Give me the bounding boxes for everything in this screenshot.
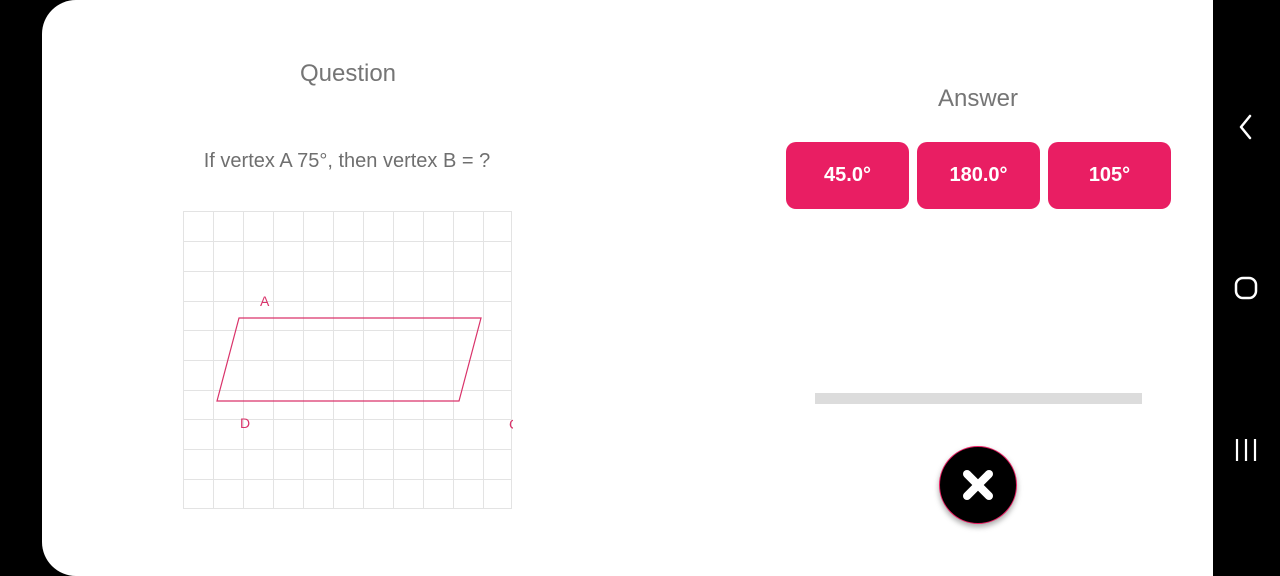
app-screen: Question If vertex A 75°, then vertex B … bbox=[42, 0, 1213, 576]
home-icon bbox=[1234, 276, 1258, 300]
answer-option-105[interactable]: 105° bbox=[1048, 142, 1171, 209]
question-text: If vertex A 75°, then vertex B = ? bbox=[203, 150, 491, 172]
nav-recent-apps-button[interactable] bbox=[1225, 429, 1267, 471]
vertex-label-d: D bbox=[240, 415, 250, 431]
answer-option-180[interactable]: 180.0° bbox=[917, 142, 1040, 209]
vertex-label-c: C bbox=[509, 416, 513, 432]
close-button[interactable] bbox=[939, 446, 1017, 524]
vertex-label-a: A bbox=[260, 293, 270, 309]
recent-apps-icon bbox=[1235, 439, 1257, 461]
progress-bar bbox=[815, 393, 1142, 404]
nav-back-button[interactable] bbox=[1225, 106, 1267, 148]
parallelogram-figure: A B C D bbox=[183, 211, 513, 509]
nav-home-button[interactable] bbox=[1225, 267, 1267, 309]
system-navigation-bar bbox=[1213, 0, 1280, 576]
answer-option-45[interactable]: 45.0° bbox=[786, 142, 909, 209]
close-icon bbox=[963, 470, 993, 500]
figure-grid bbox=[183, 211, 512, 509]
back-icon bbox=[1239, 114, 1252, 140]
answer-title: Answer bbox=[937, 85, 1019, 112]
question-title: Question bbox=[299, 60, 397, 87]
